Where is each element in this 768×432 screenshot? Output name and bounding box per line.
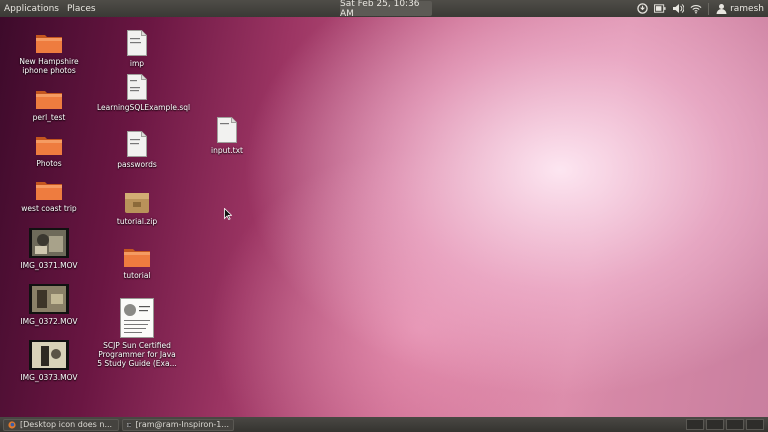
- desktop-icon-passwords[interactable]: passwords: [97, 131, 177, 169]
- user-name: ramesh: [730, 3, 764, 14]
- desktop-icon-input-txt[interactable]: input.txt: [187, 117, 267, 155]
- clock[interactable]: Sat Feb 25, 10:36 AM: [340, 0, 432, 19]
- volume-icon[interactable]: [672, 3, 685, 15]
- desktop-icon-perl-test[interactable]: perl_test: [9, 88, 89, 122]
- workspace-2[interactable]: [706, 419, 724, 430]
- desktop-icon-img0372[interactable]: IMG_0372.MOV: [9, 284, 89, 326]
- battery-icon[interactable]: [654, 3, 666, 15]
- icon-label: LearningSQLExample.sql: [97, 103, 191, 112]
- desktop-icon-photos[interactable]: Photos: [9, 134, 89, 168]
- icon-label: passwords: [117, 160, 157, 169]
- folder-icon: [36, 137, 62, 155]
- tray-separator: [708, 2, 710, 15]
- icon-label: New Hampshire iphone photos: [19, 57, 79, 75]
- desktop-icon-img0373[interactable]: IMG_0373.MOV: [9, 340, 89, 382]
- sql-file-icon: [127, 74, 147, 100]
- system-tray: ramesh: [636, 0, 764, 17]
- text-file-icon: [217, 117, 237, 143]
- taskbar-item-browser[interactable]: [Desktop icon does n...: [3, 418, 119, 431]
- taskbar-item-label: [ram@ram-Inspiron-1...: [135, 420, 229, 429]
- taskbar-item-label: [Desktop icon does n...: [20, 420, 113, 429]
- icon-label: input.txt: [211, 146, 243, 155]
- desktop-icon-imp[interactable]: imp: [97, 30, 177, 68]
- desktop-icon-tutorial[interactable]: tutorial: [97, 246, 177, 280]
- icon-label: tutorial.zip: [116, 217, 158, 226]
- taskbar-item-terminal[interactable]: [ram@ram-Inspiron-1...: [122, 418, 234, 431]
- terminal-icon: [127, 422, 132, 427]
- updates-icon[interactable]: [636, 3, 648, 15]
- video-thumbnail-icon: [29, 340, 69, 370]
- top-panel: Applications Places Sat Feb 25, 10:36 AM…: [0, 0, 768, 19]
- mouse-cursor-icon: [224, 208, 232, 220]
- icon-label: IMG_0372.MOV: [20, 317, 78, 326]
- desktop-icon-scjp[interactable]: SCJP Sun Certified Programmer for Java 5…: [97, 298, 177, 368]
- workspace-1[interactable]: [686, 419, 704, 430]
- desktop-icon-tutorial-zip[interactable]: tutorial.zip: [97, 190, 177, 226]
- icon-label: Photos: [36, 159, 62, 168]
- video-thumbnail-icon: [29, 284, 69, 314]
- workspace-4[interactable]: [746, 419, 764, 430]
- icon-label: imp: [129, 59, 145, 68]
- folder-icon: [124, 249, 150, 267]
- icon-label: IMG_0373.MOV: [20, 373, 78, 382]
- folder-icon: [36, 91, 62, 109]
- archive-icon: [125, 193, 149, 213]
- folder-icon: [36, 35, 62, 53]
- desktop-icon-west-coast[interactable]: west coast trip: [9, 179, 89, 213]
- applications-menu[interactable]: Applications: [0, 0, 63, 17]
- icon-label: SCJP Sun Certified Programmer for Java 5…: [97, 341, 177, 368]
- wifi-icon[interactable]: [690, 3, 702, 15]
- icon-label: tutorial: [123, 271, 151, 280]
- desktop-icon-img0371[interactable]: IMG_0371.MOV: [9, 228, 89, 270]
- icon-label: west coast trip: [21, 204, 77, 213]
- workspace-3[interactable]: [726, 419, 744, 430]
- folder-icon: [36, 182, 62, 200]
- main-menu: Applications Places: [0, 0, 100, 17]
- icon-label: perl_test: [32, 113, 66, 122]
- user-menu[interactable]: ramesh: [715, 3, 764, 15]
- icon-label: IMG_0371.MOV: [20, 261, 78, 270]
- places-menu[interactable]: Places: [63, 0, 100, 17]
- user-icon: [715, 3, 727, 15]
- text-file-icon: [127, 30, 147, 56]
- bottom-panel: [Desktop icon does n... [ram@ram-Inspiro…: [0, 417, 768, 432]
- desktop-icon-new-hampshire[interactable]: New Hampshire iphone photos: [9, 32, 89, 75]
- workspace-switcher: [686, 419, 764, 430]
- desktop-icon-learningsql[interactable]: LearningSQLExample.sql: [97, 74, 191, 112]
- firefox-icon: [8, 420, 16, 429]
- text-file-icon: [127, 131, 147, 157]
- pdf-file-icon: [120, 298, 154, 338]
- video-thumbnail-icon: [29, 228, 69, 258]
